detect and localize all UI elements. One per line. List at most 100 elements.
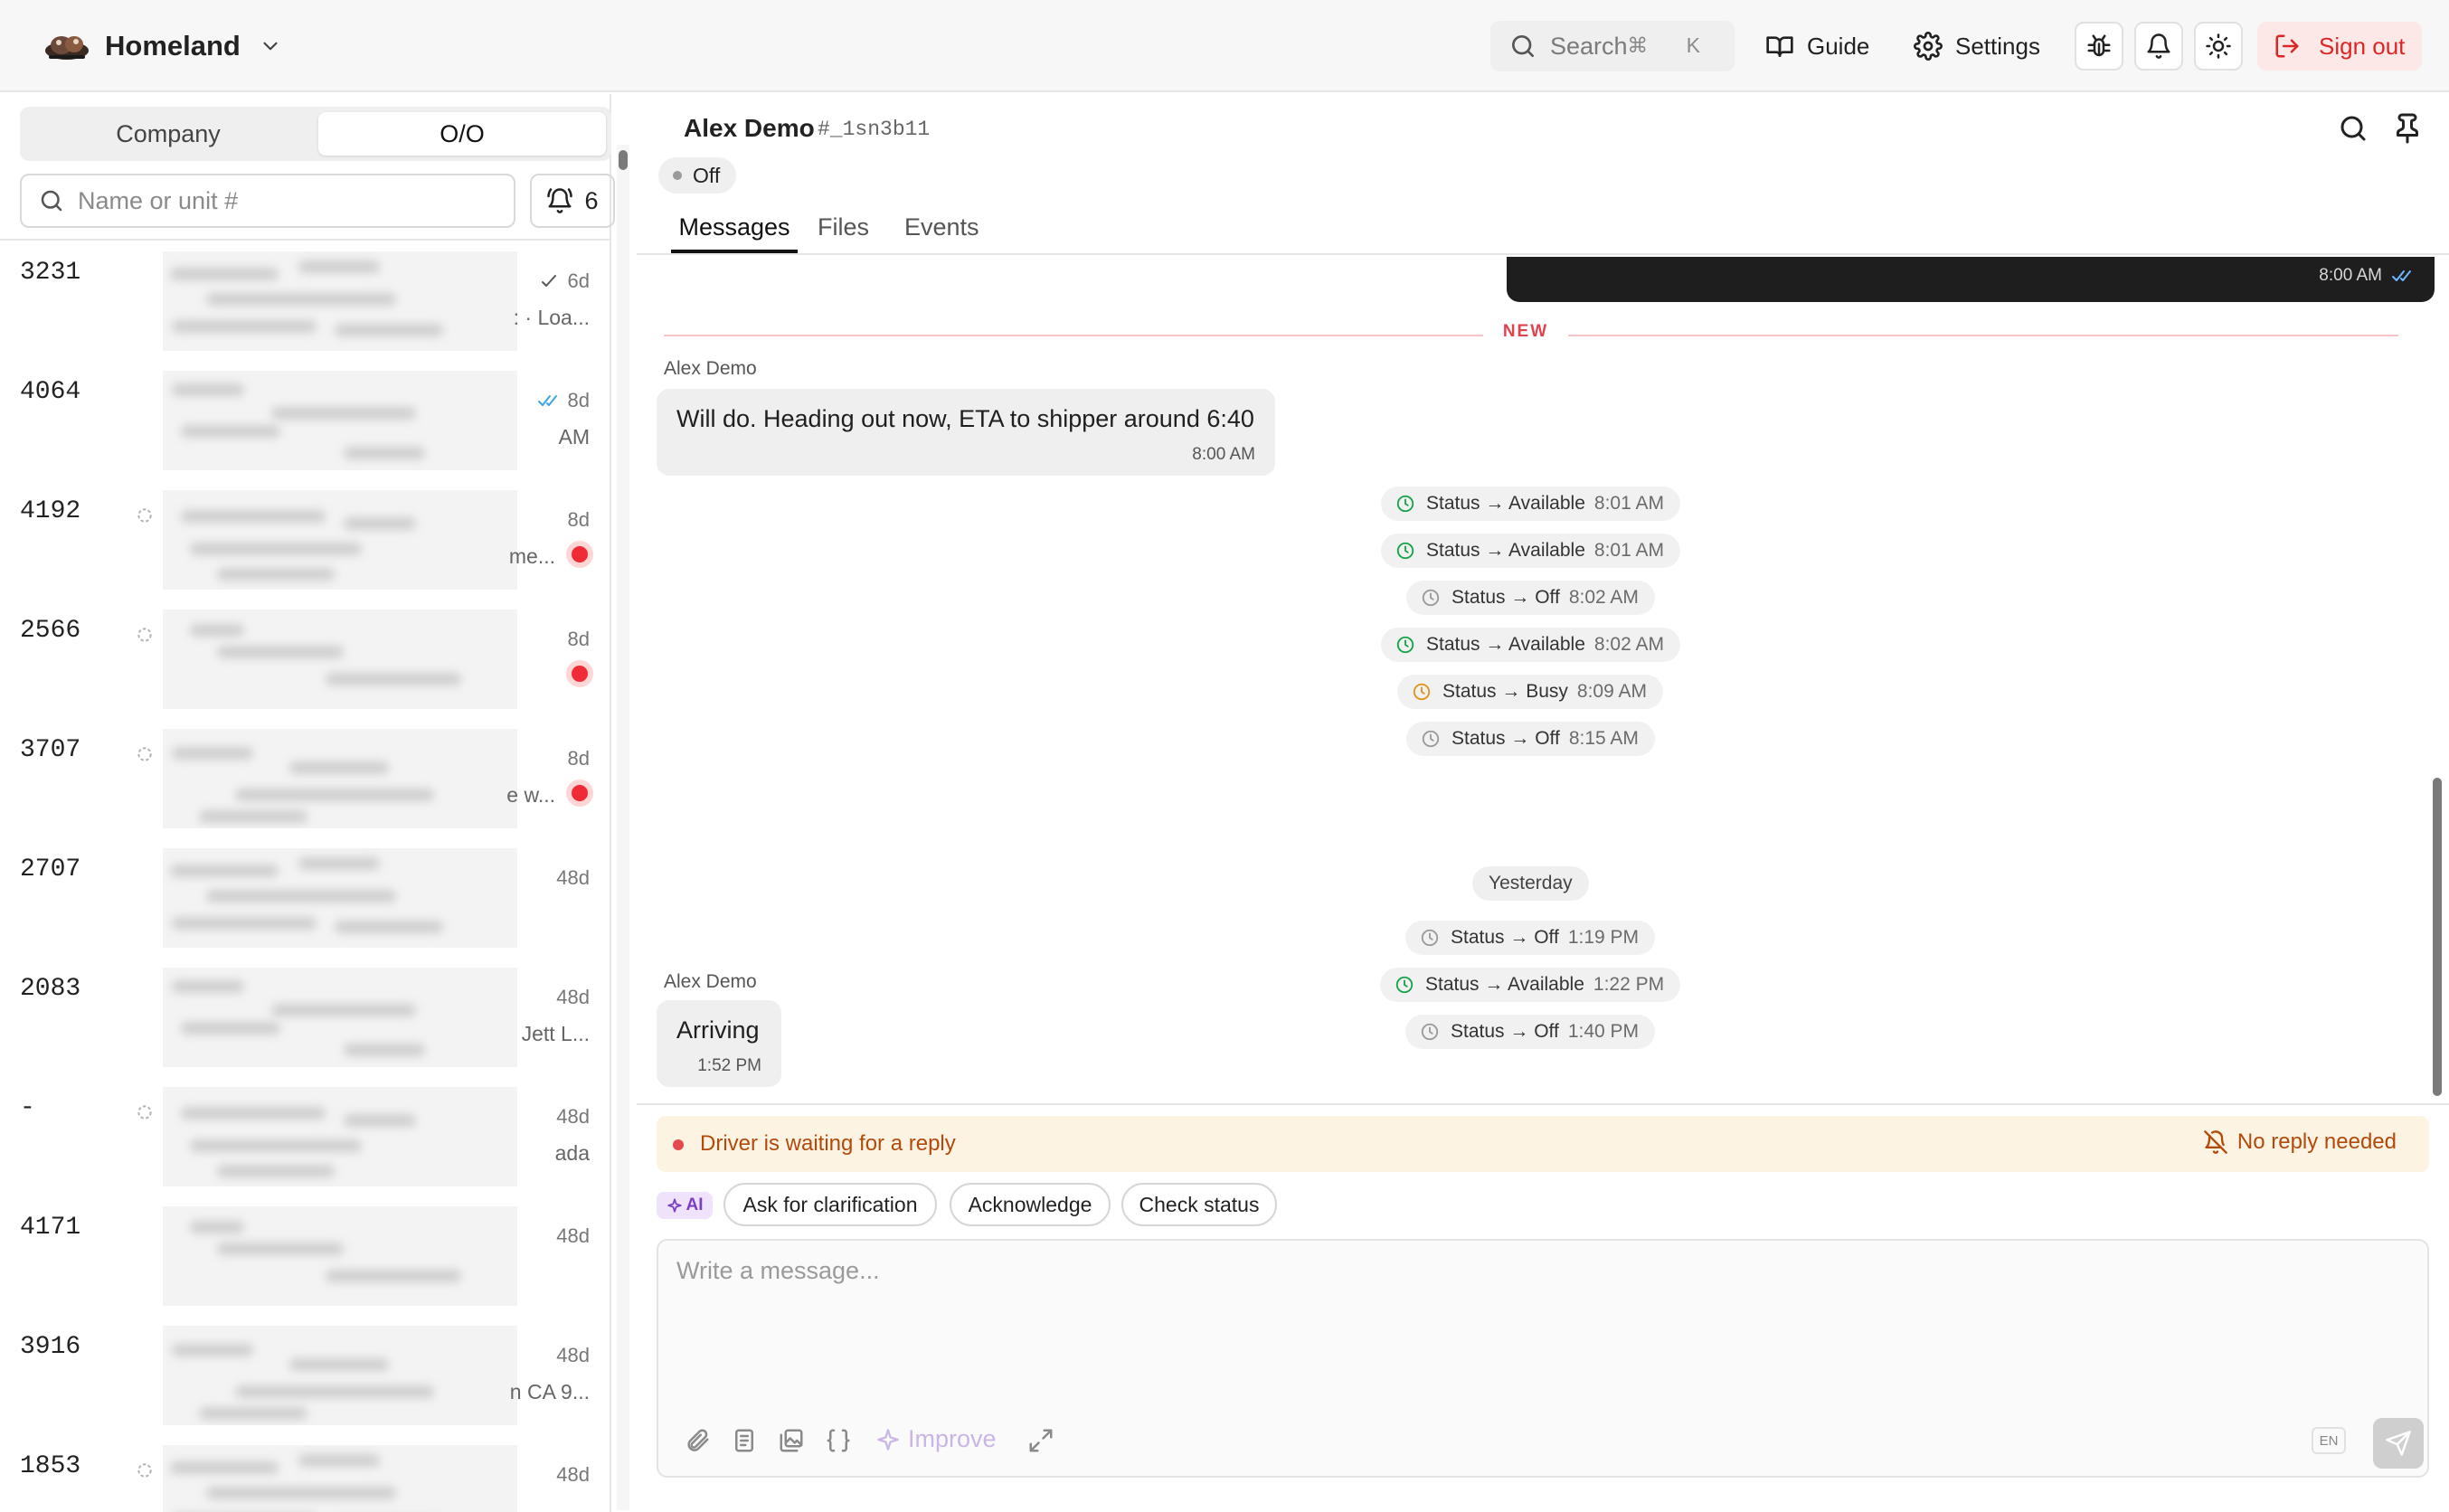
org-name: Homeland — [105, 30, 241, 61]
new-messages-divider: NEW — [664, 322, 2398, 349]
send-button[interactable] — [2373, 1418, 2424, 1469]
clock-status-icon — [1396, 542, 1414, 560]
settings-label: Settings — [1955, 32, 2040, 60]
scrollbar-thumb[interactable] — [619, 150, 628, 170]
report-bug-button[interactable] — [2075, 22, 2123, 71]
redacted-preview — [163, 251, 517, 351]
thread-time: 48d — [556, 866, 590, 890]
sign-out-button[interactable]: Sign out — [2257, 22, 2422, 71]
redacted-line — [206, 1487, 396, 1499]
thread-row[interactable]: 2566 8d — [0, 599, 611, 718]
redacted-line — [289, 761, 389, 774]
thread-row[interactable]: 2707 48d — [0, 837, 611, 957]
redacted-preview — [163, 968, 517, 1067]
redacted-preview — [163, 1087, 517, 1186]
redacted-line — [289, 1358, 389, 1371]
messages-scrollbar[interactable] — [2431, 257, 2444, 1103]
quick-reply-acknowledge[interactable]: Acknowledge — [950, 1183, 1111, 1226]
incoming-message-bubble: Will do. Heading out now, ETA to shipper… — [657, 389, 1275, 476]
redacted-line — [326, 1270, 461, 1282]
alerts-count: 6 — [584, 186, 599, 214]
redacted-line — [172, 747, 253, 760]
status-dot — [673, 171, 682, 180]
theme-toggle-button[interactable] — [2194, 22, 2243, 71]
language-toggle[interactable]: EN — [2312, 1427, 2346, 1454]
improve-label: Improve — [908, 1425, 997, 1452]
alerts-filter-button[interactable]: 6 — [530, 174, 615, 228]
message-thread: 8:00 AM NEW Alex Demo Will do. Heading o… — [637, 257, 2436, 1103]
thread-row[interactable]: 4064 8d AM — [0, 360, 611, 479]
clock-status-icon — [1422, 589, 1440, 607]
thread-time: 8d — [568, 628, 590, 651]
variable-braces-icon[interactable] — [825, 1427, 852, 1454]
thread-row[interactable]: 3916 48d n CA 9... — [0, 1315, 611, 1434]
expand-icon[interactable] — [1027, 1427, 1054, 1454]
day-separator: Yesterday — [1472, 866, 1589, 901]
quick-reply-check-status[interactable]: Check status — [1121, 1183, 1277, 1226]
driver-search-field — [20, 174, 515, 228]
status-event-time: 8:02 AM — [1568, 587, 1639, 608]
tab-messages[interactable]: Messages — [671, 213, 798, 253]
tab-company[interactable]: Company — [25, 112, 311, 156]
redacted-line — [271, 407, 416, 420]
status-event-pill: Status → Available 8:01 AM — [1381, 534, 1680, 568]
scrollbar-thumb[interactable] — [2433, 778, 2442, 1096]
no-reply-needed-button[interactable]: No reply needed — [2203, 1129, 2397, 1155]
loading-spinner-icon — [137, 628, 152, 642]
org-switcher[interactable]: Homeland — [43, 24, 282, 69]
guide-link[interactable]: Guide — [1765, 22, 1869, 71]
thread-snippet: Jett L... — [521, 1022, 590, 1045]
paperclip-icon[interactable] — [684, 1427, 711, 1454]
status-event-time: 1:22 PM — [1593, 974, 1665, 995]
gallery-icon[interactable] — [778, 1427, 805, 1454]
notifications-button[interactable] — [2134, 22, 2183, 71]
sidebar-scrollbar[interactable] — [617, 145, 629, 1510]
gear-icon — [1914, 32, 1943, 61]
template-icon[interactable] — [731, 1427, 758, 1454]
redacted-preview — [163, 848, 517, 948]
redacted-line — [199, 1407, 307, 1420]
redacted-preview — [163, 1206, 517, 1306]
redacted-line — [181, 425, 280, 438]
thread-list: 3231 6d: · Loa... 4064 8d AM 4192 8d me... 2566 8… — [0, 241, 611, 1512]
thread-time-label: 48d — [556, 986, 590, 1008]
thread-time-label: 48d — [556, 1463, 590, 1486]
redacted-line — [206, 890, 396, 902]
thread-time-label: 48d — [556, 1224, 590, 1247]
search-shortcut: ⌘ K — [1627, 33, 1716, 57]
message-timestamp: 8:00 AM — [2319, 266, 2415, 286]
global-search-button[interactable]: Search ⌘ K — [1490, 21, 1735, 71]
ai-label: AI — [686, 1195, 704, 1214]
clock-status-icon — [1396, 636, 1414, 654]
tab-owner-operator[interactable]: O/O — [318, 112, 606, 156]
conversation-sidebar: Company O/O 6 3231 6d: · Loa... 4064 8d AM 41… — [0, 94, 615, 1512]
tab-events[interactable]: Events — [904, 213, 979, 253]
pin-icon[interactable] — [2391, 112, 2424, 145]
message-input[interactable] — [676, 1257, 2395, 1393]
thread-row[interactable]: - 48d ada — [0, 1076, 611, 1195]
status-event-pill: Status → Off 8:02 AM — [1406, 581, 1655, 615]
thread-row[interactable]: 4192 8d me... — [0, 479, 611, 599]
double-check-icon — [537, 395, 557, 406]
thread-row[interactable]: 2083 48d Jett L... — [0, 957, 611, 1076]
unread-indicator — [566, 780, 593, 807]
status-event-pill: Status → Available 1:22 PM — [1380, 968, 1681, 1002]
thread-row[interactable]: 185348dThis is for after my flight lead … — [0, 1434, 611, 1512]
search-icon[interactable] — [2337, 112, 2369, 145]
redacted-line — [172, 383, 244, 396]
quick-reply-clarify[interactable]: Ask for clarification — [723, 1183, 937, 1226]
bug-icon — [2087, 34, 2111, 57]
tab-files[interactable]: Files — [818, 213, 869, 253]
redacted-line — [170, 1461, 279, 1474]
thread-row[interactable]: 3707 8d e w... — [0, 718, 611, 837]
thread-time: 6d — [537, 269, 590, 293]
fleet-segmented-control: Company O/O — [20, 107, 611, 161]
message-sender: Alex Demo — [664, 971, 757, 992]
redacted-line — [170, 268, 279, 280]
thread-row[interactable]: 4171 48d — [0, 1195, 611, 1315]
thread-row[interactable]: 3231 6d: · Loa... — [0, 241, 611, 360]
improve-button[interactable]: Improve — [875, 1425, 997, 1453]
driver-search-input[interactable] — [78, 186, 503, 215]
settings-link[interactable]: Settings — [1914, 22, 2040, 71]
redacted-line — [170, 865, 279, 877]
